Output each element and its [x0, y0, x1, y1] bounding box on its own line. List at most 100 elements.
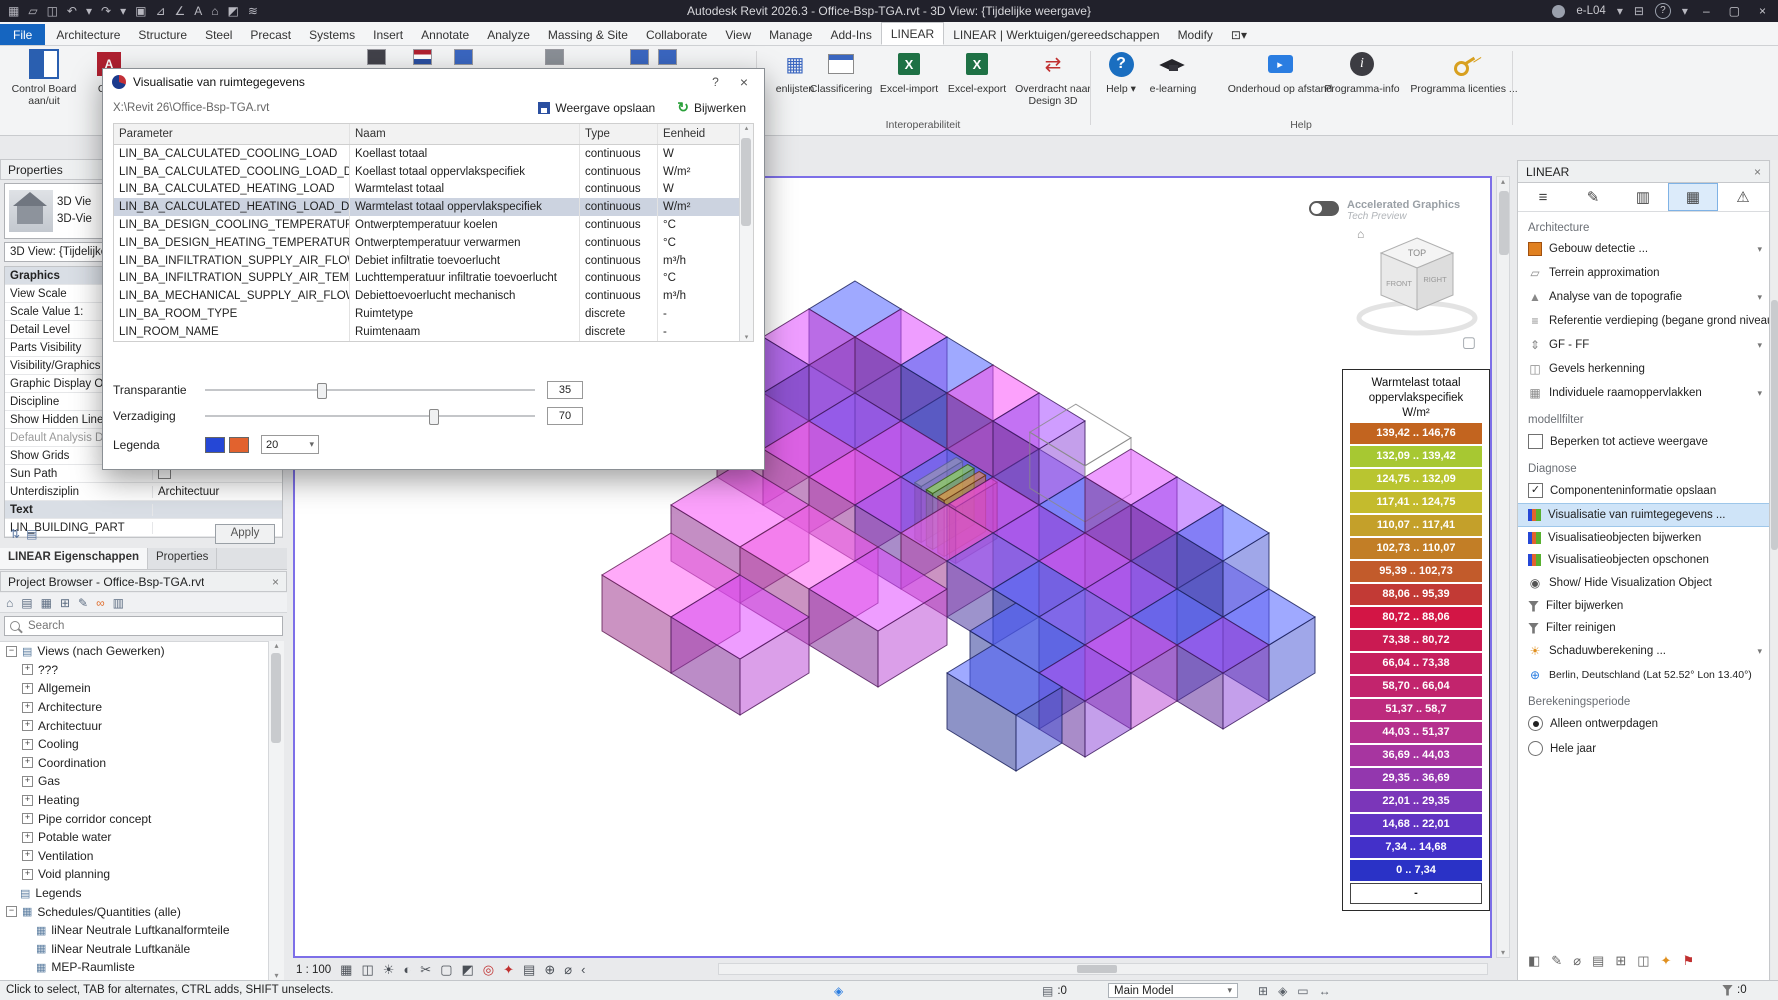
- panel-item[interactable]: Visualisatieobjecten bijwerken: [1518, 527, 1769, 549]
- expand-icon[interactable]: +: [22, 795, 33, 806]
- views-icon[interactable]: ▤: [21, 596, 32, 610]
- table-row[interactable]: LIN_BA_INFILTRATION_SUPPLY_AIR_FLOWRATED…: [114, 252, 753, 270]
- table-row[interactable]: LIN_BA_INFILTRATION_SUPPLY_AIR_TEMPERA..…: [114, 270, 753, 288]
- panel-item[interactable]: Alleen ontwerpdagen: [1518, 711, 1769, 736]
- tree-item[interactable]: +Architecture: [0, 698, 268, 717]
- checkbox-icon[interactable]: [1528, 434, 1543, 449]
- panel-item[interactable]: Beperken tot actieve weergave: [1518, 429, 1769, 454]
- ribbon-button-programma-licenties[interactable]: Programma licenties ...: [1408, 48, 1520, 95]
- undo-dropdown-icon[interactable]: ▾: [86, 0, 92, 22]
- horizontal-scrollbar[interactable]: [718, 963, 1488, 975]
- panel-item[interactable]: ✓Componenteninformatie opslaan: [1518, 478, 1769, 503]
- undo-icon[interactable]: ↶: [67, 0, 77, 22]
- apply-button[interactable]: Apply: [215, 524, 275, 544]
- worksets-icon[interactable]: ▤: [1042, 984, 1053, 998]
- measure-icon[interactable]: ⌀: [1573, 953, 1581, 969]
- table-row[interactable]: LIN_BA_CALCULATED_HEATING_LOADWarmtelast…: [114, 181, 753, 199]
- print-icon[interactable]: ▣: [135, 0, 146, 22]
- close-icon[interactable]: ×: [272, 575, 279, 589]
- tree-item[interactable]: +Ventilation: [0, 847, 268, 866]
- tree-item[interactable]: +Potable water: [0, 828, 268, 847]
- warning-icon[interactable]: ⚠: [1718, 183, 1768, 211]
- panel-item[interactable]: ☀Schaduwberekening ...▾: [1518, 639, 1769, 663]
- edit-icon[interactable]: ✎: [78, 596, 88, 610]
- restore-button[interactable]: ▢: [1725, 4, 1744, 18]
- home-icon[interactable]: ⌂: [1357, 227, 1364, 241]
- panel-item[interactable]: Visualisatie van ruimtegegevens ...: [1518, 503, 1769, 527]
- expand-icon[interactable]: +: [22, 720, 33, 731]
- collapse-icon[interactable]: −: [6, 906, 17, 917]
- edit-icon[interactable]: ✎: [1568, 183, 1618, 211]
- search-box[interactable]: [4, 616, 283, 636]
- viewcube-right-face[interactable]: RIGHT: [1423, 275, 1447, 284]
- column-header[interactable]: Type: [580, 124, 658, 144]
- tab-annotate[interactable]: Annotate: [412, 24, 478, 45]
- tree-item[interactable]: +Gas: [0, 772, 268, 791]
- panel-item[interactable]: Visualisatieobjecten opschonen: [1518, 549, 1769, 571]
- reveal-hidden-icon[interactable]: ✦: [503, 962, 514, 978]
- panel-item[interactable]: Gebouw detectie ...▾: [1518, 237, 1769, 261]
- tree-item[interactable]: +Coordination: [0, 754, 268, 773]
- redo-dropdown-icon[interactable]: ▾: [120, 0, 126, 22]
- view-cube[interactable]: TOP FRONT RIGHT ⌂: [1345, 220, 1485, 345]
- shadows-icon[interactable]: ◐: [403, 962, 411, 977]
- cart-icon[interactable]: ⊟: [1634, 0, 1644, 22]
- table-row[interactable]: LIN_BA_CALCULATED_HEATING_LOAD_DENSI...W…: [114, 198, 753, 216]
- status-icon[interactable]: ◈: [834, 984, 843, 998]
- paint-icon[interactable]: ◧: [1528, 953, 1540, 969]
- user-avatar-icon[interactable]: [1552, 5, 1565, 18]
- filter-icon[interactable]: ▥: [113, 596, 124, 610]
- select-pinned-icon[interactable]: ◈: [1278, 984, 1287, 998]
- property-category[interactable]: Text: [5, 501, 282, 519]
- analytical-model-icon[interactable]: ⊕: [544, 962, 555, 978]
- open-icon[interactable]: ▱: [28, 0, 37, 22]
- expand-icon[interactable]: +: [22, 664, 33, 675]
- panel-item[interactable]: ▱Terrein approximation: [1518, 261, 1769, 285]
- tree-item[interactable]: −▦Schedules/Quantities (alle): [0, 902, 268, 921]
- tree-item[interactable]: −▤Views (nach Gewerken): [0, 642, 268, 661]
- section-icon[interactable]: ◩: [228, 0, 239, 22]
- tree-item[interactable]: +Cooling: [0, 735, 268, 754]
- sheet-icon[interactable]: ▤: [1592, 953, 1604, 969]
- dialog-close-button[interactable]: ×: [733, 74, 755, 90]
- edit-icon[interactable]: ✎: [1551, 953, 1562, 969]
- legend-color-swatch[interactable]: [205, 437, 225, 453]
- select-links-icon[interactable]: ⊞: [1258, 984, 1268, 998]
- default-3d-view-icon[interactable]: ⌂: [211, 0, 218, 22]
- legend-steps-dropdown[interactable]: 20 ▾: [261, 435, 319, 454]
- text-note-icon[interactable]: A: [194, 0, 202, 22]
- tab-file[interactable]: File: [0, 24, 45, 45]
- panel-item[interactable]: ▦Individuele raamoppervlakken▾: [1518, 381, 1769, 405]
- tab-linear-eigenschappen[interactable]: LINEAR Eigenschappen: [0, 548, 148, 569]
- gear-icon[interactable]: [545, 49, 564, 65]
- property-value[interactable]: Architectuur: [153, 486, 282, 498]
- table-row[interactable]: LIN_BA_DESIGN_COOLING_TEMPERATUREOntwerp…: [114, 216, 753, 234]
- minimize-button[interactable]: –: [1699, 4, 1714, 18]
- crop-view-icon[interactable]: ✂: [420, 962, 431, 978]
- flag-icon[interactable]: ⚑: [1682, 953, 1694, 969]
- tab-add-ins[interactable]: Add-Ins: [821, 24, 880, 45]
- crop-region-icon[interactable]: ▢: [440, 962, 452, 978]
- redo-icon[interactable]: ↷: [101, 0, 111, 22]
- temporary-view-properties-icon[interactable]: ▤: [523, 962, 535, 978]
- tree-item[interactable]: +Void planning: [0, 865, 268, 884]
- scroll-down-icon[interactable]: ▾: [740, 333, 753, 341]
- constraints-icon[interactable]: ⌀: [564, 962, 572, 978]
- add-icon[interactable]: ⊞: [60, 596, 70, 610]
- collapse-icon[interactable]: −: [6, 646, 17, 657]
- ribbon-icon-partial[interactable]: [630, 49, 649, 65]
- transparency-value[interactable]: 35: [547, 381, 583, 399]
- close-button[interactable]: ×: [1755, 4, 1770, 18]
- tab-view[interactable]: View: [716, 24, 760, 45]
- menu-icon[interactable]: ≡: [1518, 183, 1568, 211]
- design-options-select[interactable]: Main Model ▾: [1108, 983, 1238, 998]
- saturation-value[interactable]: 70: [547, 407, 583, 425]
- tab-architecture[interactable]: Architecture: [47, 24, 129, 45]
- tab-precast[interactable]: Precast: [241, 24, 300, 45]
- ribbon-button-elearning[interactable]: e-learning: [1140, 48, 1206, 95]
- expand-icon[interactable]: +: [22, 776, 33, 787]
- column-header[interactable]: Naam: [350, 124, 580, 144]
- ribbon-icon-partial[interactable]: [658, 49, 677, 65]
- tab-properties[interactable]: Properties: [148, 548, 217, 569]
- selection-filter-icon[interactable]: [1722, 985, 1733, 996]
